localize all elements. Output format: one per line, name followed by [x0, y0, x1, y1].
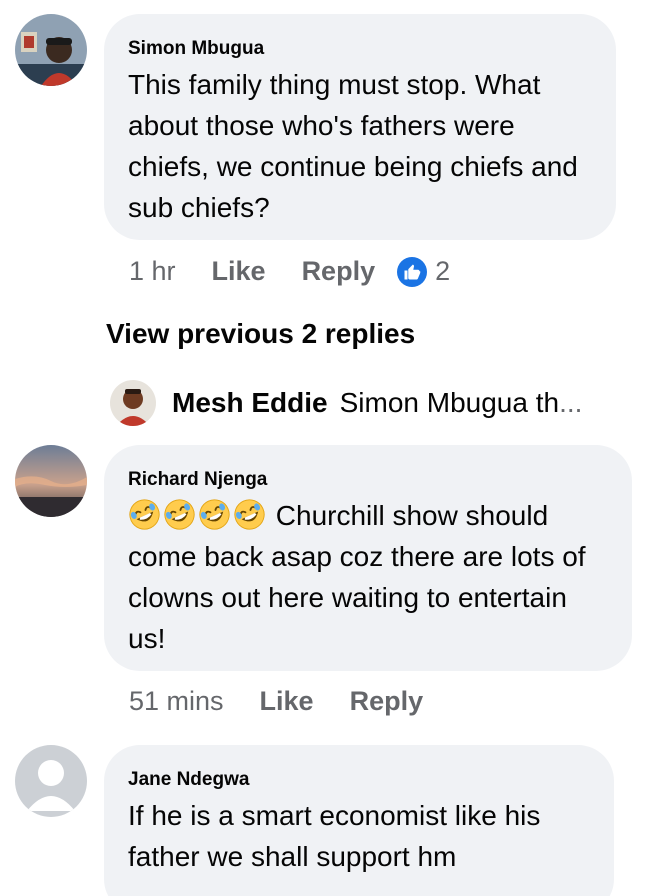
reaction-count: 2	[435, 256, 451, 286]
comment-author[interactable]: Jane Ndegwa	[128, 769, 590, 791]
like-button[interactable]: Like	[260, 686, 314, 717]
avatar-richard-njenga[interactable]	[15, 445, 87, 517]
thumbs-up-icon	[397, 256, 428, 287]
comment-text: Churchill show should come back asap coz…	[128, 495, 608, 659]
comment-actions: 1 hr Like Reply 2	[129, 256, 450, 287]
comment-author[interactable]: Simon Mbugua	[128, 38, 592, 60]
comment-text: This family thing must stop. What about …	[128, 69, 578, 223]
comment-timestamp[interactable]: 1 hr	[129, 256, 176, 287]
comment-actions: 51 mins Like Reply	[129, 686, 423, 717]
comment-author[interactable]: Richard Njenga	[128, 469, 608, 491]
reply-text: Simon Mbugua th	[339, 387, 560, 418]
comment-text: If he is a smart economist like his fath…	[128, 800, 541, 872]
emoji-group	[128, 499, 276, 531]
rolling-on-floor-laughing-emoji	[234, 499, 265, 530]
reaction-summary[interactable]: 2	[397, 256, 450, 287]
comment-bubble: Jane Ndegwa If he is a smart economist l…	[104, 745, 614, 896]
avatar-simon-mbugua[interactable]	[15, 14, 87, 86]
reply-button[interactable]: Reply	[302, 256, 376, 287]
comment-timestamp[interactable]: 51 mins	[129, 686, 224, 717]
rolling-on-floor-laughing-emoji	[129, 499, 160, 530]
comment-bubble: Richard Njenga Churchill show should com…	[104, 445, 632, 671]
reply-button[interactable]: Reply	[350, 686, 424, 717]
like-button[interactable]: Like	[212, 256, 266, 287]
reply-author[interactable]: Mesh Eddie	[172, 387, 328, 419]
latest-reply-preview[interactable]: Mesh Eddie Simon Mbugua th...	[110, 380, 582, 426]
comment-bubble: Simon Mbugua This family thing must stop…	[104, 14, 616, 240]
rolling-on-floor-laughing-emoji	[164, 499, 195, 530]
view-previous-replies-link[interactable]: View previous 2 replies	[106, 318, 415, 350]
rolling-on-floor-laughing-emoji	[199, 499, 230, 530]
avatar-mesh-eddie[interactable]	[110, 380, 156, 426]
truncation-ellipsis: ...	[559, 387, 583, 418]
default-avatar-icon[interactable]	[15, 745, 87, 817]
